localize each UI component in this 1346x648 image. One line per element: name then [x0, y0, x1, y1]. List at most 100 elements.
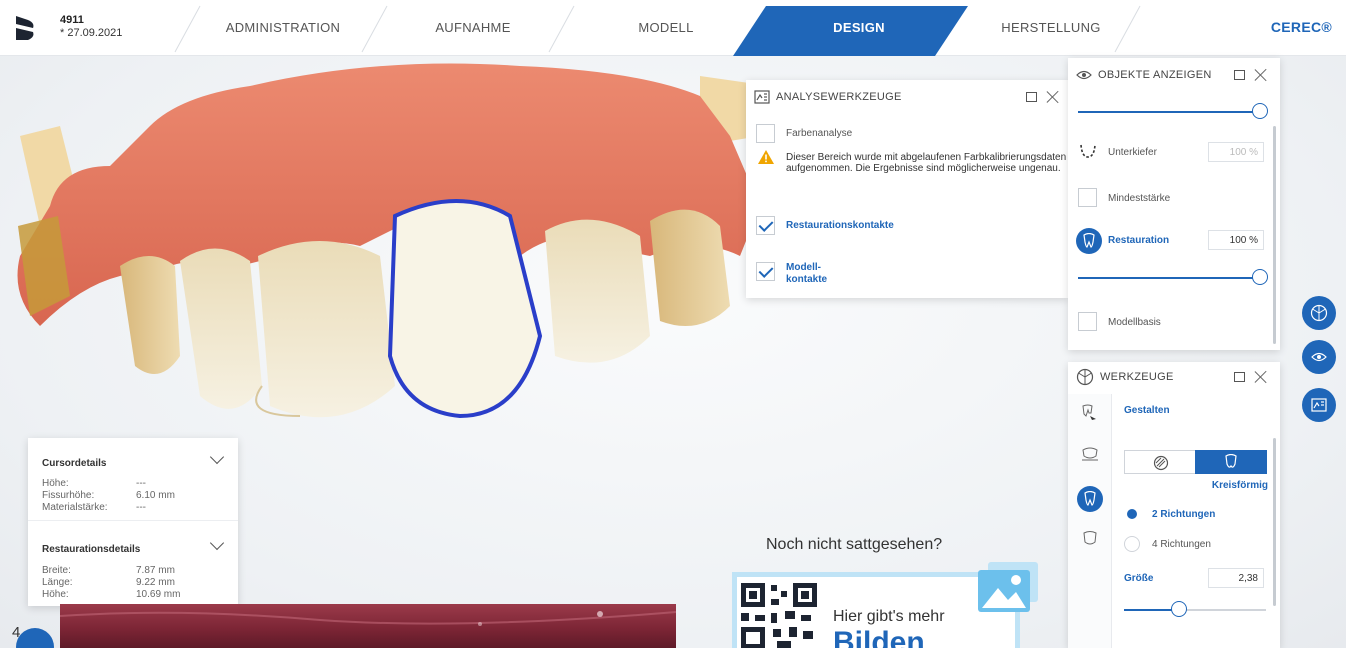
- two-directions-radio[interactable]: [1124, 506, 1140, 522]
- warning-text: Dieser Bereich wurde mit abgelaufenen Fa…: [786, 152, 1067, 174]
- cursor-details-value: 6.10 mm: [136, 490, 175, 501]
- lower-jaw-label: Unterkiefer: [1108, 147, 1157, 158]
- objects-toggle-button[interactable]: [1302, 340, 1336, 374]
- smooth-icon: [1153, 455, 1169, 471]
- tooth-canine-right: [650, 209, 730, 326]
- cursor-details-key: Höhe:: [42, 478, 69, 489]
- circular-icon: [1225, 454, 1237, 468]
- page-number: 4: [12, 624, 21, 641]
- restoration-label: Restauration: [1108, 235, 1170, 246]
- cursor-details-value: ---: [136, 502, 146, 513]
- step-design[interactable]: DESIGN: [766, 20, 952, 35]
- tools-icon: [1310, 304, 1328, 322]
- opacity-slider-track[interactable]: [1078, 111, 1262, 113]
- step-modell[interactable]: MODELL: [573, 20, 759, 35]
- shape-label: Kreisförmig: [1211, 480, 1268, 491]
- cursor-details-key: Fissurhöhe:: [42, 490, 95, 501]
- cursor-details-chevron-icon[interactable]: [209, 449, 225, 465]
- step-administration[interactable]: ADMINISTRATION: [190, 20, 376, 35]
- cursor-details-value: ---: [136, 478, 146, 489]
- restoration-details-key: Höhe:: [42, 589, 69, 600]
- photo-texture: [59, 611, 677, 626]
- min-thickness-label: Mindeststärke: [1108, 193, 1171, 204]
- model-contacts-checkbox[interactable]: [756, 262, 775, 281]
- two-directions-label: 2 Richtungen: [1152, 509, 1216, 520]
- objects-panel-title: OBJEKTE ANZEIGEN: [1098, 69, 1212, 81]
- size-slider-fill[interactable]: [1124, 609, 1172, 611]
- brand-logo: CEREC®: [1270, 19, 1332, 35]
- model-base-checkbox[interactable]: [1078, 312, 1097, 331]
- promo-question: Noch nicht sattgesehen?: [766, 536, 943, 553]
- restoration-details-value: 7.87 mm: [136, 565, 175, 576]
- model-contacts-label-line2: kontakte: [786, 274, 828, 285]
- four-directions-label: 4 Richtungen: [1152, 539, 1211, 550]
- restoration-details-key: Länge:: [42, 577, 73, 588]
- tooth-lateral-right: [545, 219, 650, 363]
- workflow-bar: 4911 * 27.09.2021 ADMINISTRATION AUFNAHM…: [0, 0, 1346, 56]
- minimize-button[interactable]: [1234, 70, 1245, 80]
- tools-panel-title: WERKZEUGE: [1100, 371, 1174, 383]
- tools-mode-label: Gestalten: [1124, 405, 1170, 416]
- promo-big-text: Bilden: [833, 626, 925, 648]
- close-icon[interactable]: [1254, 68, 1267, 81]
- min-thickness-checkbox[interactable]: [1078, 188, 1097, 207]
- restoration-contacts-label: Restaurationskontakte: [786, 220, 894, 231]
- crown-tool-icon[interactable]: [1081, 530, 1099, 548]
- restoration-icon[interactable]: [1076, 228, 1102, 254]
- step-aufnahme[interactable]: AUFNAHME: [380, 20, 566, 35]
- analysis-toggle-button[interactable]: [1302, 388, 1336, 422]
- restoration-contacts-checkbox[interactable]: [756, 216, 775, 235]
- restoration-details-title: Restaurationsdetails: [42, 544, 141, 555]
- model-base-label: Modellbasis: [1108, 317, 1161, 328]
- lower-jaw-percent[interactable]: 100 %: [1208, 142, 1264, 162]
- smooth-mode-button[interactable]: [1124, 450, 1196, 474]
- tooth-lateral-left: [258, 241, 395, 418]
- four-directions-radio[interactable]: [1124, 536, 1140, 552]
- opacity-slider-knob[interactable]: [1252, 103, 1268, 119]
- intraoral-photo-overlay: [59, 604, 677, 648]
- tooth-tool-icon[interactable]: [1077, 486, 1103, 512]
- close-icon[interactable]: [1046, 90, 1059, 103]
- eye-icon: [1311, 352, 1327, 362]
- gallery-icon: [978, 562, 1038, 612]
- objects-scrollbar[interactable]: [1273, 126, 1276, 344]
- close-icon[interactable]: [1254, 370, 1267, 383]
- qr-code-icon: [741, 583, 817, 648]
- size-slider-knob[interactable]: [1171, 601, 1187, 617]
- details-divider: [28, 520, 238, 521]
- warning-icon: [758, 150, 774, 164]
- minimize-button[interactable]: [1234, 372, 1245, 382]
- restoration-percent[interactable]: 100 %: [1208, 230, 1264, 250]
- size-value[interactable]: 2,38: [1208, 568, 1264, 588]
- cursor-details-key: Materialstärke:: [42, 502, 108, 513]
- details-panel: Cursordetails Höhe: --- Fissurhöhe: 6.10…: [28, 438, 238, 606]
- tools-icon: [1076, 368, 1094, 386]
- analysis-icon: [1311, 398, 1327, 412]
- analysis-panel-title: ANALYSEWERKZEUGE: [776, 91, 902, 103]
- tools-toggle-button[interactable]: [1302, 296, 1336, 330]
- size-label: Größe: [1124, 573, 1154, 584]
- restoration-details-value: 9.22 mm: [136, 577, 175, 588]
- promo-more-text: Hier gibt's mehr: [833, 608, 945, 625]
- eye-icon: [1076, 70, 1092, 80]
- restoration-details-value: 10.69 mm: [136, 589, 181, 600]
- shape-tool-icon[interactable]: [1080, 404, 1098, 422]
- tools-scrollbar[interactable]: [1273, 438, 1276, 606]
- minimize-button[interactable]: [1026, 92, 1037, 102]
- tooth-premolar-left: [120, 256, 180, 374]
- cursor-details-title: Cursordetails: [42, 458, 107, 469]
- step-herstellung[interactable]: HERSTELLUNG: [958, 20, 1144, 35]
- color-analysis-checkbox[interactable]: [756, 124, 775, 143]
- restoration-slider-knob[interactable]: [1252, 269, 1268, 285]
- tools-panel: WERKZEUGE Gestalten Kreisförmig 2 Richtu…: [1068, 362, 1280, 648]
- analysis-tools-panel: ANALYSEWERKZEUGE Farbenanalyse Dieser Be…: [746, 80, 1068, 298]
- restoration-slider-track[interactable]: [1078, 277, 1262, 279]
- jaw-tool-icon[interactable]: [1080, 446, 1100, 464]
- lower-jaw-icon: [1080, 144, 1096, 158]
- tooth-canine-left: [180, 248, 262, 409]
- circular-mode-button[interactable]: [1195, 450, 1267, 474]
- model-contacts-label-line1: Modell-: [786, 262, 821, 273]
- restoration-details-chevron-icon[interactable]: [209, 535, 225, 551]
- analysis-icon: [754, 90, 770, 104]
- restoration-details-key: Breite:: [42, 565, 71, 576]
